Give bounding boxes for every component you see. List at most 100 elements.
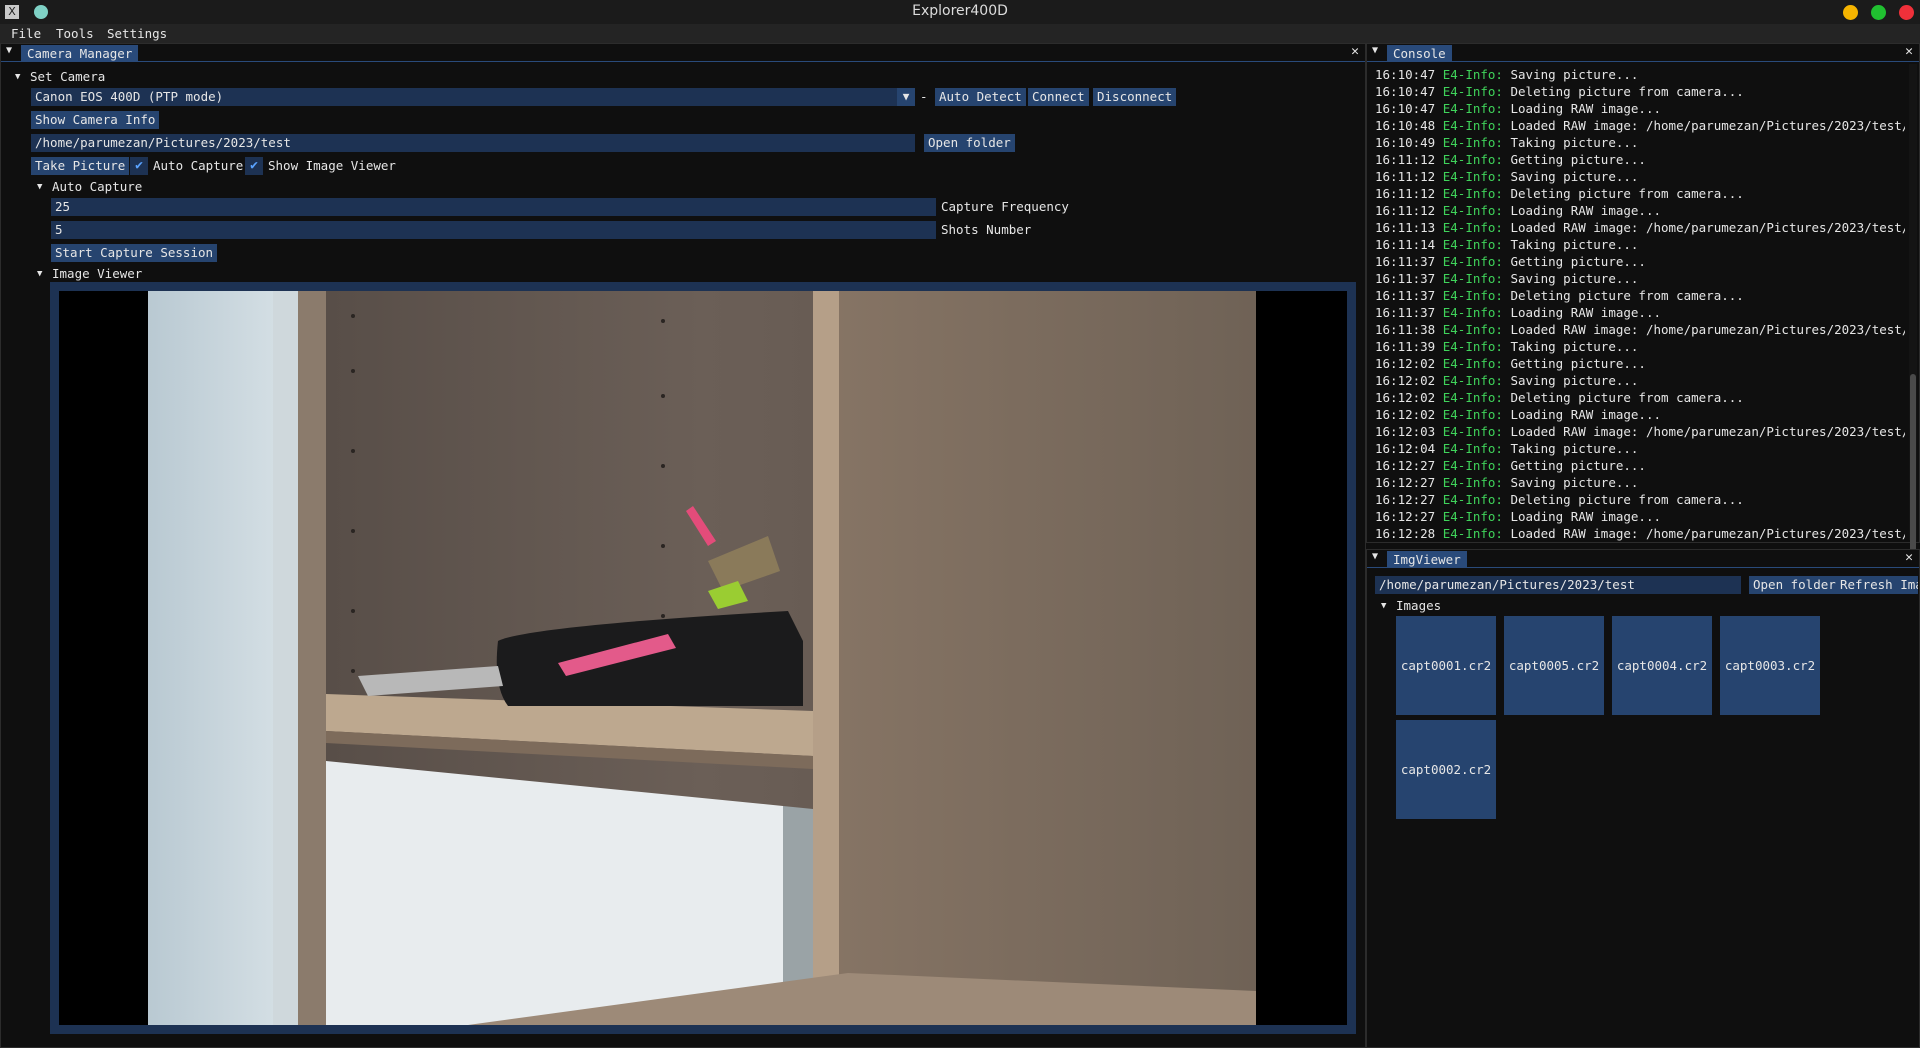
log-timestamp: 16:10:47 — [1375, 84, 1436, 99]
log-message: Deleting picture from camera... — [1510, 84, 1744, 99]
log-timestamp: 16:11:37 — [1375, 254, 1436, 269]
separator-dash: - — [920, 89, 928, 104]
log-level: E4-Info: — [1442, 220, 1503, 235]
log-message: Saving picture... — [1510, 475, 1639, 490]
console-tabbar: ▼ Console ✕ — [1367, 44, 1919, 62]
log-level: E4-Info: — [1442, 441, 1503, 456]
image-viewer-frame — [50, 282, 1356, 1034]
log-timestamp: 16:12:28 — [1375, 526, 1436, 541]
log-message: Getting picture... — [1510, 356, 1646, 371]
image-viewer-toggle-icon[interactable]: ▼ — [37, 269, 42, 279]
imgviewer-path-input[interactable]: /home/parumezan/Pictures/2023/test — [1375, 576, 1741, 594]
shots-number-label: Shots Number — [941, 222, 1032, 237]
auto-detect-button[interactable]: Auto Detect — [935, 88, 1026, 106]
images-toggle-icon[interactable]: ▼ — [1381, 601, 1386, 611]
console-line: 16:11:12 E4-Info: Loading RAW image... — [1375, 202, 1905, 219]
log-timestamp: 16:11:37 — [1375, 288, 1436, 303]
set-camera-toggle-icon[interactable]: ▼ — [15, 72, 20, 82]
console-line: 16:11:13 E4-Info: Loaded RAW image: /hom… — [1375, 219, 1905, 236]
panel-menu-icon[interactable]: ▼ — [1372, 551, 1378, 562]
capture-frequency-input[interactable]: 25 — [51, 198, 936, 216]
thumbnail-capt0002[interactable]: capt0002.cr2 — [1396, 720, 1496, 819]
log-message: Loading RAW image... — [1510, 101, 1662, 116]
tab-console[interactable]: Console — [1387, 45, 1452, 62]
console-line: 16:12:02 E4-Info: Saving picture... — [1375, 372, 1905, 389]
log-level: E4-Info: — [1442, 67, 1503, 82]
log-level: E4-Info: — [1442, 424, 1503, 439]
log-message: Loading RAW image... — [1510, 407, 1662, 422]
auto-capture-toggle-icon[interactable]: ▼ — [37, 182, 42, 192]
console-line: 16:10:47 E4-Info: Saving picture... — [1375, 66, 1905, 83]
imgviewer-panel: ▼ ImgViewer ✕ /home/parumezan/Pictures/2… — [1366, 549, 1920, 1048]
log-message: Taking picture... — [1510, 441, 1639, 456]
log-message: Deleting picture from camera... — [1510, 492, 1744, 507]
close-icon[interactable]: ✕ — [1351, 44, 1359, 59]
tab-camera-manager[interactable]: Camera Manager — [21, 45, 139, 62]
close-window-button[interactable] — [1899, 5, 1914, 20]
thumbnail-capt0005[interactable]: capt0005.cr2 — [1504, 616, 1604, 715]
refresh-images-button[interactable]: Refresh Ima — [1836, 576, 1918, 594]
log-level: E4-Info: — [1442, 186, 1503, 201]
start-capture-session-button[interactable]: Start Capture Session — [51, 244, 218, 262]
thumbnail-capt0003[interactable]: capt0003.cr2 — [1720, 616, 1820, 715]
thumbnail-capt0004[interactable]: capt0004.cr2 — [1612, 616, 1712, 715]
log-message: Deleting picture from camera... — [1510, 288, 1744, 303]
set-camera-header[interactable]: Set Camera — [30, 69, 105, 84]
auto-capture-check-label: Auto Capture — [153, 158, 244, 173]
menu-tools[interactable]: Tools — [56, 26, 94, 41]
log-timestamp: 16:10:47 — [1375, 101, 1436, 116]
menu-settings[interactable]: Settings — [107, 26, 167, 41]
log-timestamp: 16:11:37 — [1375, 271, 1436, 286]
log-level: E4-Info: — [1442, 288, 1503, 303]
close-icon[interactable]: ✕ — [1905, 44, 1913, 59]
log-timestamp: 16:12:02 — [1375, 390, 1436, 405]
menu-file[interactable]: File — [11, 26, 41, 41]
log-level: E4-Info: — [1442, 203, 1503, 218]
log-message: Loading RAW image... — [1510, 203, 1662, 218]
console-line: 16:12:03 E4-Info: Loaded RAW image: /hom… — [1375, 423, 1905, 440]
log-message: Loading RAW image... — [1510, 509, 1662, 524]
close-icon[interactable]: ✕ — [1905, 550, 1913, 565]
connect-button[interactable]: Connect — [1028, 88, 1089, 106]
console-line: 16:12:27 E4-Info: Getting picture... — [1375, 457, 1905, 474]
open-folder-button[interactable]: Open folder — [924, 134, 1015, 152]
console-line: 16:11:38 E4-Info: Loaded RAW image: /hom… — [1375, 321, 1905, 338]
minimize-button[interactable] — [1843, 5, 1858, 20]
auto-capture-header[interactable]: Auto Capture — [52, 179, 142, 194]
auto-capture-checkbox[interactable]: ✔ — [130, 157, 148, 175]
log-level: E4-Info: — [1442, 135, 1503, 150]
log-level: E4-Info: — [1442, 84, 1503, 99]
images-header[interactable]: Images — [1396, 598, 1441, 613]
disconnect-button[interactable]: Disconnect — [1093, 88, 1177, 106]
captured-photo — [148, 291, 1256, 1025]
log-message: Loading RAW image... — [1510, 305, 1662, 320]
thumbnail-capt0001[interactable]: capt0001.cr2 — [1396, 616, 1496, 715]
log-timestamp: 16:11:13 — [1375, 220, 1436, 235]
shots-number-input[interactable]: 5 — [51, 221, 936, 239]
imgviewer-open-folder-button[interactable]: Open folder — [1749, 576, 1840, 594]
console-line: 16:10:49 E4-Info: Taking picture... — [1375, 134, 1905, 151]
log-level: E4-Info: — [1442, 254, 1503, 269]
show-image-viewer-checkbox[interactable]: ✔ — [245, 157, 263, 175]
save-path-input[interactable]: /home/parumezan/Pictures/2023/test — [31, 134, 915, 152]
log-message: Deleting picture from camera... — [1510, 186, 1744, 201]
log-timestamp: 16:12:27 — [1375, 492, 1436, 507]
log-timestamp: 16:11:37 — [1375, 305, 1436, 320]
log-timestamp: 16:10:48 — [1375, 118, 1436, 133]
console-line: 16:10:48 E4-Info: Loaded RAW image: /hom… — [1375, 117, 1905, 134]
console-line: 16:12:27 E4-Info: Saving picture... — [1375, 474, 1905, 491]
maximize-button[interactable] — [1871, 5, 1886, 20]
panel-menu-icon[interactable]: ▼ — [6, 45, 12, 56]
show-image-viewer-label: Show Image Viewer — [268, 158, 396, 173]
tab-imgviewer[interactable]: ImgViewer — [1387, 551, 1467, 568]
console-line: 16:12:02 E4-Info: Deleting picture from … — [1375, 389, 1905, 406]
log-timestamp: 16:12:02 — [1375, 407, 1436, 422]
show-camera-info-button[interactable]: Show Camera Info — [31, 111, 160, 129]
console-scroll-thumb[interactable] — [1910, 374, 1916, 574]
take-picture-button[interactable]: Take Picture — [31, 157, 130, 175]
panel-menu-icon[interactable]: ▼ — [1372, 45, 1378, 56]
image-viewer-header[interactable]: Image Viewer — [52, 266, 142, 281]
camera-select[interactable]: Canon EOS 400D (PTP mode) ▼ — [31, 88, 915, 106]
console-log[interactable]: 16:10:47 E4-Info: Saving picture... 16:10… — [1375, 66, 1905, 542]
chevron-down-icon[interactable]: ▼ — [897, 88, 915, 106]
